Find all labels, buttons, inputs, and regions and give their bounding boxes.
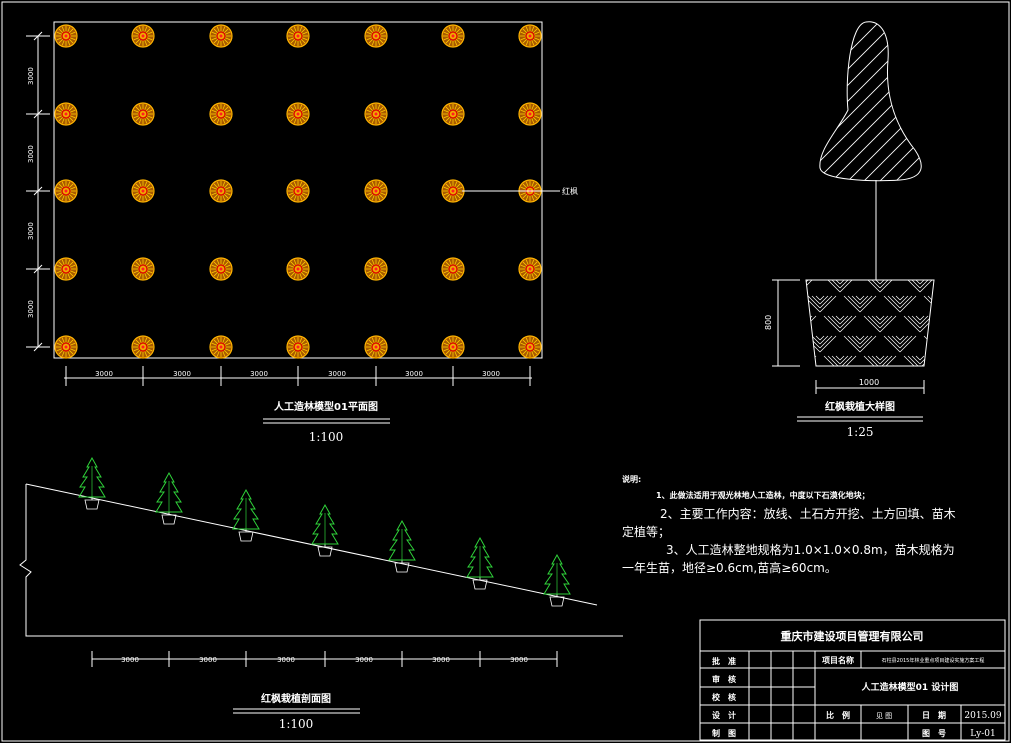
plan-tree-symbol <box>131 102 155 126</box>
plan-tree-symbol <box>131 257 155 281</box>
plan-tree-symbol <box>209 24 233 48</box>
plan-tree-symbol <box>364 179 388 203</box>
plan-dim-bottom-4: 3000 <box>328 370 346 378</box>
section-dim-1: 3000 <box>121 656 139 664</box>
notes-line-3a: 3、人工造林整地规格为1.0×1.0×0.8m，苗木规格为 <box>666 542 955 557</box>
plan-tree-symbol <box>54 24 78 48</box>
plan-tree-symbol <box>441 102 465 126</box>
tb-scale-label: 比 例 <box>826 710 850 720</box>
plan-tree-symbol <box>54 102 78 126</box>
tb-draw-label: 制 图 <box>712 728 736 738</box>
tb-project-name-label: 项目名称 <box>822 655 854 665</box>
plan-tree-symbol <box>364 335 388 359</box>
tb-scale-value: 见 图 <box>876 712 892 720</box>
plan-dim-bottom-5: 3000 <box>405 370 423 378</box>
plan-dim-left-4: 3000 <box>27 300 35 318</box>
section-tree <box>232 488 260 542</box>
plan-tree-symbol <box>441 24 465 48</box>
tb-drawing-no-label: 图 号 <box>922 729 946 738</box>
section-dimension: 3000 3000 3000 3000 3000 3000 <box>91 651 558 667</box>
plan-title: 人工造林模型01平面图 <box>274 400 378 413</box>
plan-tree-symbol <box>441 257 465 281</box>
plan-dim-left-3: 3000 <box>27 222 35 240</box>
plan-tree-symbol <box>364 257 388 281</box>
section-view: 3000 3000 3000 3000 3000 3000 红枫栽植剖面图 1:… <box>19 456 623 731</box>
section-scale: 1:100 <box>279 717 314 731</box>
plan-tree-symbol <box>286 102 310 126</box>
soil-hatch <box>806 280 934 366</box>
plan-tree-symbol <box>518 24 542 48</box>
plan-tree-symbol <box>364 24 388 48</box>
plan-tree-symbol <box>209 335 233 359</box>
plan-bottom-dimension: 3000 3000 3000 3000 3000 3000 <box>64 366 532 386</box>
plan-tree-symbol <box>441 335 465 359</box>
plan-tree-symbol <box>131 24 155 48</box>
section-ground-outline <box>19 484 623 637</box>
section-tree <box>78 456 106 510</box>
plan-tree-symbol <box>131 179 155 203</box>
tree-crown-outline <box>819 21 922 182</box>
tb-review-label: 审 核 <box>712 674 736 684</box>
plan-left-dimension: 3000 3000 3000 3000 <box>26 31 50 352</box>
plan-tree-symbol <box>54 257 78 281</box>
company-name: 重庆市建设项目管理有限公司 <box>781 629 924 643</box>
plan-dim-bottom-3: 3000 <box>250 370 268 378</box>
plan-tree-symbol <box>54 179 78 203</box>
notes: 说明: 1、此做法适用于观光林地人工造林，中度以下石漠化地块； 2、主要工作内容… <box>622 474 956 575</box>
plan-scale: 1:100 <box>309 430 344 444</box>
section-tree <box>311 503 339 557</box>
notes-line-1: 1、此做法适用于观光林地人工造林，中度以下石漠化地块； <box>656 490 870 501</box>
notes-line-2a: 2、主要工作内容：放线、土石方开挖、土方回填、苗木 <box>660 506 956 521</box>
detail-dim-width: 1000 <box>859 378 879 387</box>
section-tree <box>466 536 494 590</box>
plan-tree-symbol <box>131 335 155 359</box>
tb-date-value: 2015.09 <box>964 711 1001 721</box>
tb-project-name: 石柱县2015年林业重点项目建设实施方案工程 <box>882 657 985 664</box>
plan-tree-symbol <box>364 102 388 126</box>
plan-tree-label: 红枫 <box>562 186 578 196</box>
section-dim-3: 3000 <box>277 656 295 664</box>
plan-tree-symbol <box>518 335 542 359</box>
tb-drawing-no-value: Ly-01 <box>970 729 995 739</box>
detail-title: 红枫栽植大样图 <box>825 400 895 413</box>
notes-line-2b: 定植等； <box>622 524 670 539</box>
detail-dim-height: 800 <box>764 315 773 330</box>
plan-tree-symbol <box>286 257 310 281</box>
plan-tree-symbol <box>286 179 310 203</box>
plan-view: 红枫 3000 3000 3000 3000 3000 3000 3000 30… <box>26 21 578 444</box>
section-dim-5: 3000 <box>432 656 450 664</box>
plan-dim-bottom-1: 3000 <box>95 370 113 378</box>
plan-tree-symbol <box>518 102 542 126</box>
section-dim-2: 3000 <box>199 656 217 664</box>
plan-tree-symbol <box>441 179 465 203</box>
notes-heading: 说明: <box>622 474 641 484</box>
tb-check-label: 校 核 <box>712 692 736 702</box>
plan-dim-left-2: 3000 <box>27 145 35 163</box>
plan-tree-symbol <box>286 335 310 359</box>
plan-tree-symbol <box>286 24 310 48</box>
plan-tree-symbol <box>54 335 78 359</box>
section-dim-6: 3000 <box>510 656 528 664</box>
detail-scale: 1:25 <box>847 425 874 439</box>
plan-tree-symbol <box>209 257 233 281</box>
plan-dim-left-1: 3000 <box>27 67 35 85</box>
section-tree <box>388 519 416 573</box>
plan-tree-symbol <box>209 102 233 126</box>
plan-tree-symbol <box>209 179 233 203</box>
tb-approve-label: 批 准 <box>712 656 736 666</box>
section-dim-4: 3000 <box>355 656 373 664</box>
crown-hatch <box>819 21 922 181</box>
tb-drawing-title: 人工造林模型01 设计图 <box>861 681 959 693</box>
detail-view: 800 1000 红枫栽植大样图 1:25 <box>764 21 935 439</box>
notes-line-3b: 一年生苗，地径≥0.6cm,苗高≥60cm。 <box>622 560 837 575</box>
title-block: 重庆市建设项目管理有限公司 批 准 审 核 校 核 设 计 制 图 项目名称 石… <box>699 619 1006 741</box>
plan-dim-bottom-2: 3000 <box>173 370 191 378</box>
section-title: 红枫栽植剖面图 <box>261 692 331 705</box>
cad-drawing: 红枫 3000 3000 3000 3000 3000 3000 3000 30… <box>1 1 1010 742</box>
plan-tree-symbol <box>518 257 542 281</box>
tb-date-label: 日 期 <box>922 710 946 720</box>
tb-design-label: 设 计 <box>712 710 736 720</box>
plan-dim-bottom-6: 3000 <box>482 370 500 378</box>
